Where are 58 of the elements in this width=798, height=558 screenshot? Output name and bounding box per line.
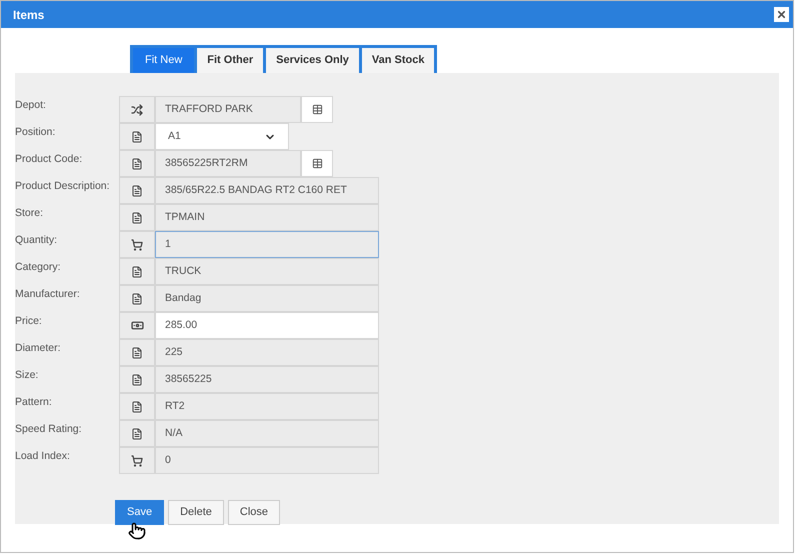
field-label: Manufacturer: xyxy=(15,287,81,302)
input-field[interactable]: TRUCK xyxy=(155,258,379,285)
lookup-button[interactable] xyxy=(301,96,333,123)
field-label: Category: xyxy=(15,260,62,275)
shuffle-icon xyxy=(131,104,143,116)
tab[interactable]: Fit New xyxy=(133,48,194,73)
document-icon xyxy=(131,292,143,304)
form-button[interactable]: Save xyxy=(115,500,164,525)
table-icon xyxy=(312,158,322,169)
document-icon xyxy=(131,130,143,142)
field-label: Position: xyxy=(15,125,56,140)
table-icon xyxy=(312,104,322,115)
input-field[interactable]: TRAFFORD PARK xyxy=(155,96,301,123)
document-icon xyxy=(131,212,143,224)
field-label: Quantity: xyxy=(15,233,58,248)
input-field[interactable]: 38565225RT2RM xyxy=(155,150,301,177)
input-field[interactable]: RT2 xyxy=(155,393,379,420)
input-field[interactable]: Bandag xyxy=(155,285,379,312)
document-icon xyxy=(131,266,143,278)
tab[interactable]: Services Only xyxy=(266,48,359,73)
field-label: Diameter: xyxy=(15,341,62,356)
document-icon xyxy=(131,346,143,358)
input-field[interactable]: 385/65R22.5 BANDAG RT2 C160 RET xyxy=(155,177,379,204)
field-label: Depot: xyxy=(15,98,47,113)
field-label: Store: xyxy=(15,206,44,221)
field-label: Load Index: xyxy=(15,449,71,464)
tab[interactable]: Fit Other xyxy=(197,48,264,73)
tab[interactable]: Van Stock xyxy=(362,48,434,73)
input-field[interactable]: 225 xyxy=(155,339,379,366)
select-value: A1 xyxy=(168,128,181,144)
document-icon xyxy=(131,428,143,440)
window-title: Items xyxy=(13,6,44,24)
field-label: Product Description: xyxy=(15,179,111,194)
field-label: Product Code: xyxy=(15,152,84,167)
field-label: Size: xyxy=(15,368,40,383)
form-button[interactable]: Delete xyxy=(168,500,224,525)
close-icon xyxy=(776,9,787,20)
lookup-button[interactable] xyxy=(301,150,333,177)
document-icon xyxy=(131,158,143,170)
document-icon xyxy=(131,400,143,412)
field-label: Price: xyxy=(15,314,43,329)
input-field[interactable]: 0 xyxy=(155,447,379,474)
field-label: Pattern: xyxy=(15,395,53,410)
input-field[interactable]: 1 xyxy=(155,231,379,258)
banknote-icon xyxy=(130,319,144,332)
hand-cursor-icon xyxy=(128,522,146,540)
input-field[interactable]: TPMAIN xyxy=(155,204,379,231)
form-button[interactable]: Close xyxy=(228,500,280,525)
close-button[interactable] xyxy=(774,7,789,22)
position-select[interactable]: A1 xyxy=(155,123,289,150)
document-icon xyxy=(131,374,143,386)
input-field[interactable]: N/A xyxy=(155,420,379,447)
input-field[interactable]: 285.00 xyxy=(155,312,379,339)
input-field[interactable]: 38565225 xyxy=(155,366,379,393)
document-icon xyxy=(131,184,143,196)
cart-icon xyxy=(131,238,143,250)
cart-icon xyxy=(131,454,143,466)
field-label: Speed Rating: xyxy=(15,422,83,437)
